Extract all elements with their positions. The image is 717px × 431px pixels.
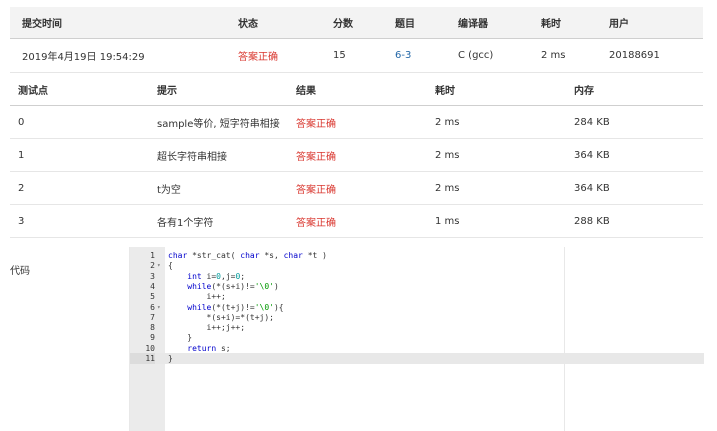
test-duration: 2 ms bbox=[435, 116, 460, 128]
submission-header-row: 提交时间 状态 分数 题目 编译器 耗时 用户 bbox=[10, 7, 703, 39]
code-editor[interactable]: 1 char *str_cat( char *s, char *t ) 2 ▾{3 i… bbox=[129, 247, 704, 431]
submission-time: 2019年4月19日 19:54:29 bbox=[22, 52, 145, 63]
submission-duration: 2 ms bbox=[541, 50, 566, 61]
code-label: 代码 bbox=[10, 266, 30, 277]
header-score: 分数 bbox=[333, 19, 353, 30]
test-case-row: 3 各有1个字符 答案正确 1 ms 288 KB bbox=[10, 205, 703, 238]
test-hint: t为空 bbox=[157, 184, 181, 196]
test-case-row: 2 t为空 答案正确 2 ms 364 KB bbox=[10, 172, 703, 205]
test-duration: 2 ms bbox=[435, 182, 460, 194]
test-duration: 2 ms bbox=[435, 149, 460, 161]
header-memory: 内存 bbox=[574, 86, 594, 97]
header-case-duration: 耗时 bbox=[435, 86, 455, 97]
test-point: 2 bbox=[18, 182, 25, 194]
test-point: 1 bbox=[18, 149, 25, 161]
test-memory: 284 KB bbox=[574, 116, 610, 128]
test-result: 答案正确 bbox=[296, 217, 336, 229]
code-text: } bbox=[168, 354, 173, 363]
test-case-row: 1 超长字符串相接 答案正确 2 ms 364 KB bbox=[10, 139, 703, 172]
test-hint: sample等价, 短字符串相接 bbox=[157, 118, 280, 130]
header-test-point: 测试点 bbox=[18, 86, 48, 97]
header-status: 状态 bbox=[238, 19, 258, 30]
submission-table: 提交时间 状态 分数 题目 编译器 耗时 用户 2019年4月19日 19:54… bbox=[10, 7, 703, 73]
test-hint: 超长字符串相接 bbox=[157, 151, 227, 163]
header-problem: 题目 bbox=[395, 19, 415, 30]
test-result: 答案正确 bbox=[296, 184, 336, 196]
header-time: 提交时间 bbox=[22, 19, 62, 30]
test-memory: 364 KB bbox=[574, 149, 610, 161]
test-memory: 364 KB bbox=[574, 182, 610, 194]
test-point: 0 bbox=[18, 116, 25, 128]
test-result: 答案正确 bbox=[296, 151, 336, 163]
test-hint: 各有1个字符 bbox=[157, 217, 214, 229]
code-line[interactable]: 11} bbox=[130, 353, 704, 364]
submission-row: 2019年4月19日 19:54:29 答案正确 15 6-3 C (gcc) … bbox=[10, 39, 703, 73]
submission-compiler: C (gcc) bbox=[458, 50, 494, 61]
header-hint: 提示 bbox=[157, 86, 177, 97]
test-case-header-row: 测试点 提示 结果 耗时 内存 bbox=[10, 74, 703, 106]
submission-status: 答案正确 bbox=[238, 52, 278, 63]
submission-user: 20188691 bbox=[609, 50, 660, 61]
problem-link[interactable]: 6-3 bbox=[395, 39, 411, 72]
test-point: 3 bbox=[18, 215, 25, 227]
test-duration: 1 ms bbox=[435, 215, 460, 227]
test-case-row: 0 sample等价, 短字符串相接 答案正确 2 ms 284 KB bbox=[10, 106, 703, 139]
header-result: 结果 bbox=[296, 86, 316, 97]
test-memory: 288 KB bbox=[574, 215, 610, 227]
line-number: 11 bbox=[130, 353, 155, 364]
header-duration: 耗时 bbox=[541, 19, 561, 30]
test-result: 答案正确 bbox=[296, 118, 336, 130]
test-case-table: 测试点 提示 结果 耗时 内存 0 sample等价, 短字符串相接 答案正确 … bbox=[10, 74, 703, 238]
header-compiler: 编译器 bbox=[458, 19, 488, 30]
header-user: 用户 bbox=[609, 19, 629, 30]
submission-score: 15 bbox=[333, 50, 346, 61]
